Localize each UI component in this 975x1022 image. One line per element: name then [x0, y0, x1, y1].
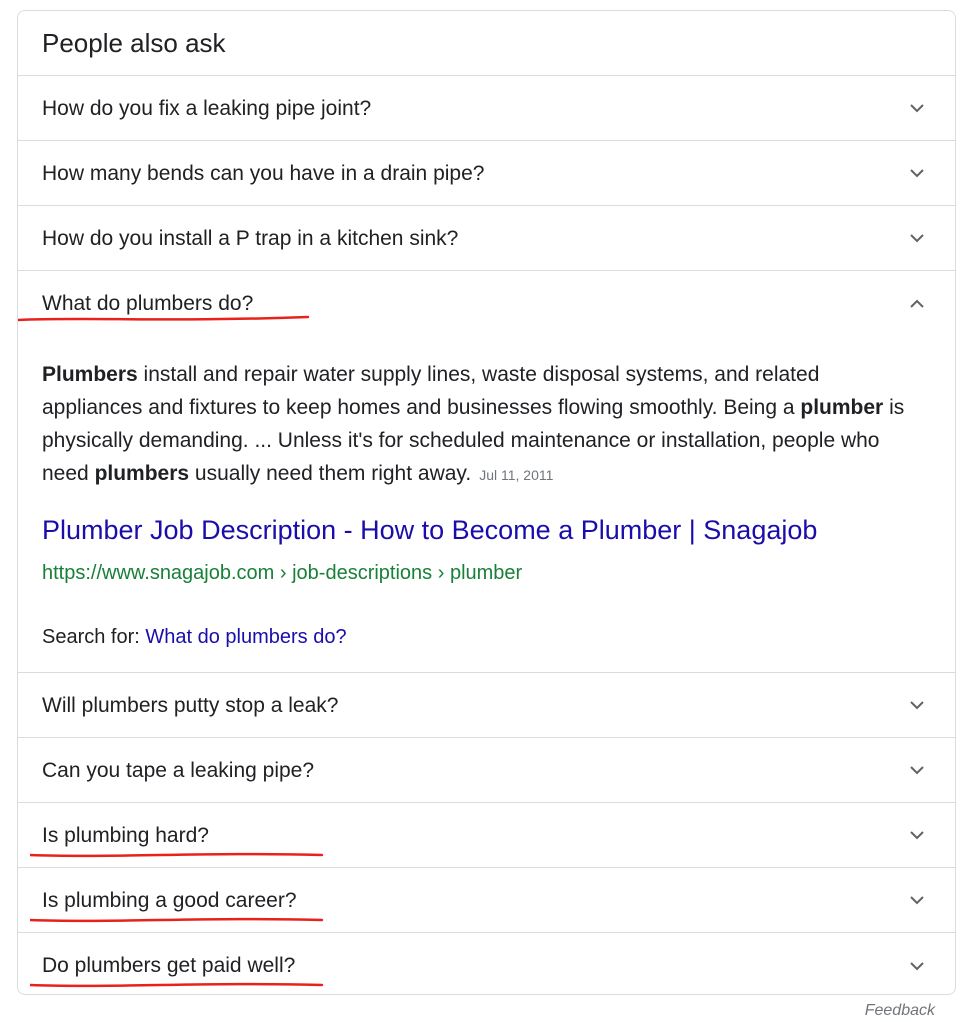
question-row[interactable]: Can you tape a leaking pipe? [18, 738, 955, 803]
snippet-text: install and repair water supply lines, w… [42, 363, 820, 419]
red-underline-annotation [18, 315, 310, 322]
snippet-date: Jul 11, 2011 [479, 467, 554, 483]
people-also-ask-panel: People also ask How do you fix a leaking… [17, 10, 956, 995]
snippet-bold: Plumbers [42, 363, 138, 386]
question-row[interactable]: How do you fix a leaking pipe joint? [18, 76, 955, 141]
red-underline-annotation [30, 852, 324, 858]
chevron-down-icon[interactable] [909, 697, 925, 713]
question-label: Can you tape a leaking pipe? [42, 759, 315, 782]
question-label: What do plumbers do? [42, 292, 254, 315]
question-label: How many bends can you have in a drain p… [42, 162, 485, 185]
chevron-down-icon[interactable] [909, 892, 925, 908]
panel-title: People also ask [18, 11, 955, 76]
question-row[interactable]: Is plumbing hard? [18, 803, 955, 868]
question-label: How do you install a P trap in a kitchen… [42, 227, 459, 250]
chevron-down-icon[interactable] [909, 230, 925, 246]
question-row[interactable]: How many bends can you have in a drain p… [18, 141, 955, 206]
chevron-down-icon[interactable] [909, 958, 925, 974]
snippet-bold: plumber [800, 396, 884, 419]
chevron-up-icon[interactable] [909, 296, 925, 312]
result-url: https://www.snagajob.com › job-descripti… [42, 562, 523, 584]
question-row[interactable]: Will plumbers putty stop a leak? [18, 673, 955, 738]
answer-snippet: Plumbers install and repair water supply… [42, 358, 922, 492]
question-label: Will plumbers putty stop a leak? [42, 694, 339, 717]
question-row[interactable]: Is plumbing a good career? [18, 868, 955, 933]
chevron-down-icon[interactable] [909, 165, 925, 181]
question-label: How do you fix a leaking pipe joint? [42, 97, 372, 120]
question-row[interactable]: Do plumbers get paid well? [18, 933, 955, 998]
feedback-link[interactable]: Feedback [865, 1002, 935, 1020]
chevron-down-icon[interactable] [909, 100, 925, 116]
question-row[interactable]: How do you install a P trap in a kitchen… [18, 206, 955, 271]
chevron-down-icon[interactable] [909, 827, 925, 843]
snippet-text: usually need them right away. [189, 462, 472, 485]
red-underline-annotation [30, 917, 324, 923]
snippet-bold: plumbers [94, 462, 190, 485]
result-title-link[interactable]: Plumber Job Description - How to Become … [42, 515, 817, 546]
question-label: Is plumbing a good career? [42, 889, 297, 912]
red-underline-annotation [30, 982, 324, 988]
question-row-expanded[interactable]: What do plumbers do? [18, 271, 955, 336]
question-label: Is plumbing hard? [42, 824, 209, 847]
search-for-prefix: Search for: [42, 626, 146, 648]
search-for: Search for: What do plumbers do? [42, 626, 347, 649]
answer-panel: Plumbers install and repair water supply… [18, 336, 955, 673]
chevron-down-icon[interactable] [909, 762, 925, 778]
search-for-link[interactable]: What do plumbers do? [145, 626, 346, 648]
question-label: Do plumbers get paid well? [42, 954, 296, 977]
